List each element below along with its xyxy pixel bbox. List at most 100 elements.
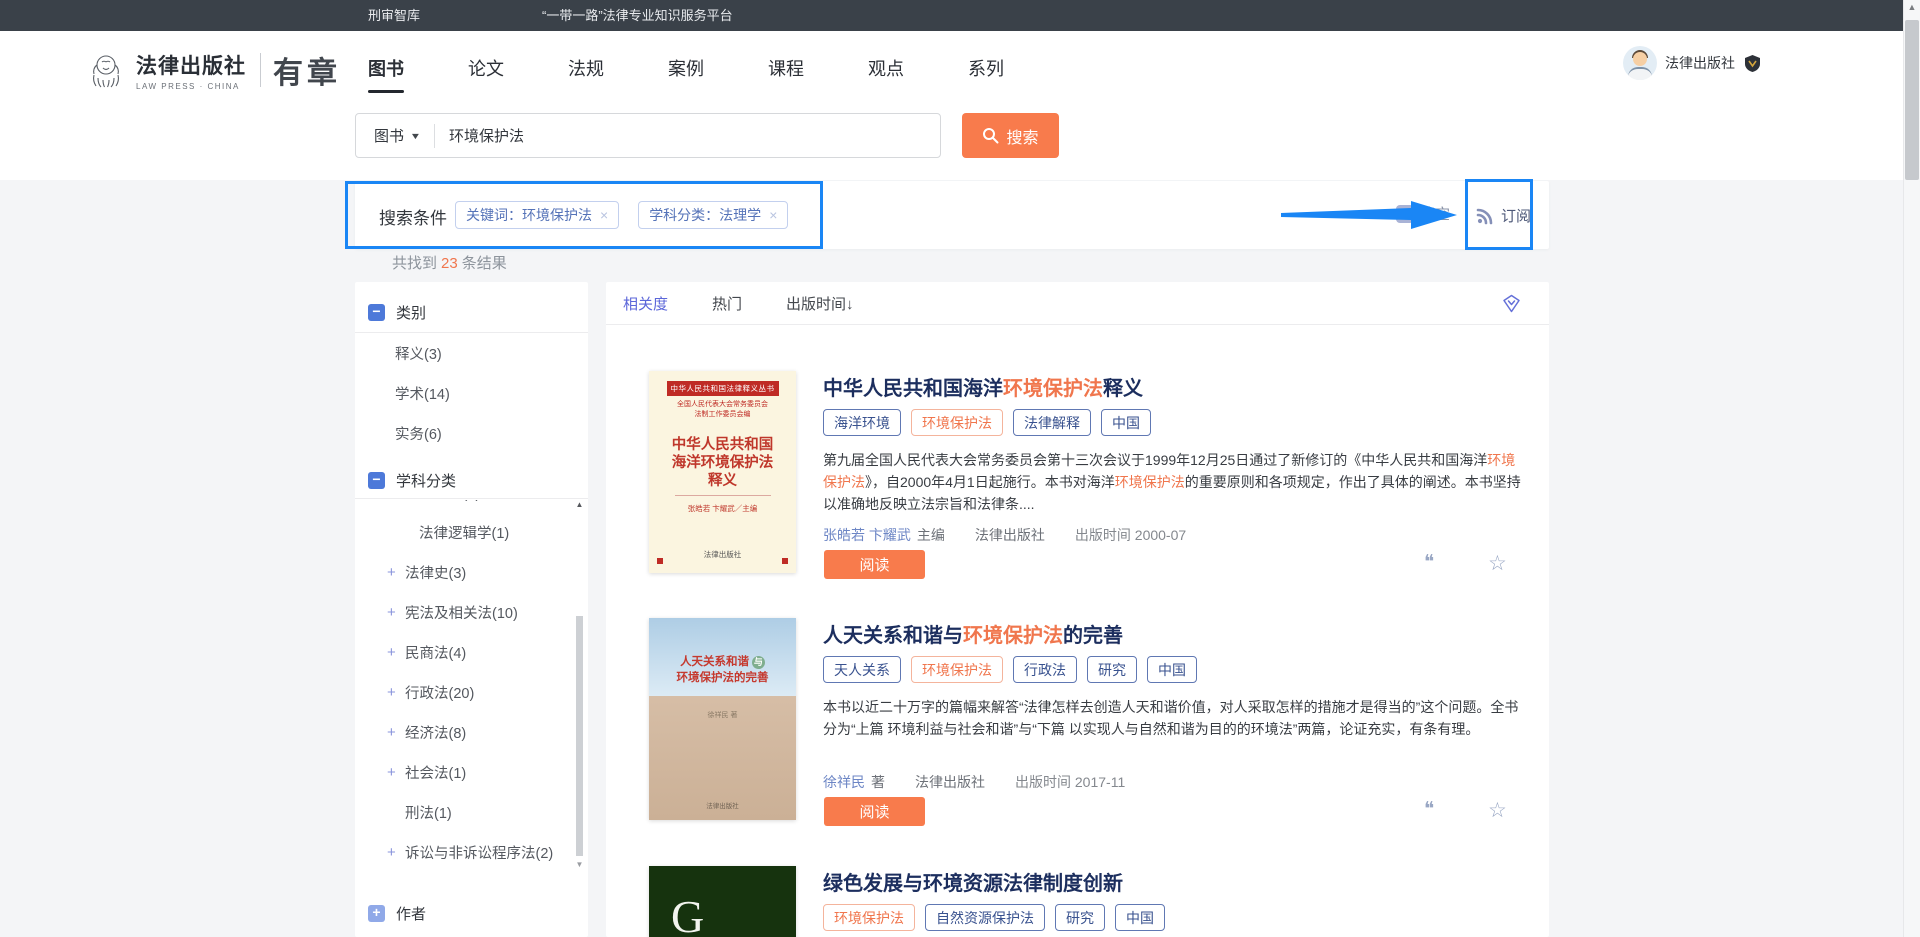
result-title[interactable]: 绿色发展与环境资源法律制度创新 <box>823 867 1123 896</box>
book-tag[interactable]: 环境保护法 <box>823 904 915 931</box>
author-link[interactable]: 徐祥民 <box>823 774 865 790</box>
search-input[interactable] <box>435 127 895 144</box>
subject-tree-viewport: 立法学(1)法律逻辑学(1)+法律史(3)+宪法及相关法(10)+民商法(4)+… <box>355 500 588 869</box>
book-tag[interactable]: 中国 <box>1115 904 1165 931</box>
facet-tree-item[interactable]: +法律史(3) <box>355 552 588 592</box>
collapse-icon[interactable]: − <box>368 472 385 489</box>
scrollbar-thumb[interactable] <box>576 616 583 856</box>
facet-section-category[interactable]: − 类别 <box>355 292 588 332</box>
read-button[interactable]: 阅读 <box>824 797 925 826</box>
quote-icon[interactable]: ❝ <box>1424 798 1433 821</box>
facet-item[interactable]: 学术(14) <box>355 375 588 415</box>
favorite-star-icon[interactable]: ☆ <box>1488 551 1507 576</box>
filter-icon[interactable] <box>1502 294 1521 313</box>
book-tag[interactable]: 法律解释 <box>1013 409 1091 436</box>
book-cover[interactable]: G <box>649 866 796 937</box>
facet-item[interactable]: 释义(3) <box>355 335 588 375</box>
book-tag[interactable]: 研究 <box>1055 904 1105 931</box>
result-item: G 绿色发展与环境资源法律制度创新环境保护法自然资源保护法研究中国 <box>606 862 1549 937</box>
search-button[interactable]: 搜索 <box>962 113 1059 158</box>
remove-tag-icon[interactable]: × <box>769 207 777 223</box>
tree-expand-icon[interactable]: + <box>387 684 405 701</box>
tree-expand-icon[interactable]: + <box>387 724 405 741</box>
facet-tree-item[interactable]: 立法学(1) <box>355 500 588 512</box>
book-tag[interactable]: 研究 <box>1087 656 1137 683</box>
facet-tree-item[interactable]: +民商法(4) <box>355 632 588 672</box>
title-text: 绿色发展与环境资源法律制度创新 <box>823 873 1123 895</box>
cover-title: 中华人民共和国海洋环境保护法释义 <box>649 436 796 490</box>
tree-expand-icon[interactable]: + <box>387 644 405 661</box>
author-link[interactable]: 张皓若 卞耀武 <box>823 527 911 543</box>
user-menu[interactable]: 法律出版社 <box>1623 45 1762 81</box>
clear-filters-button[interactable]: 清空 <box>1396 203 1450 224</box>
result-description: 本书以近二十万字的篇幅来解答“法律怎样去创造人天和谐价值，对人采取怎样的措施才是… <box>823 696 1527 740</box>
sort-option-相关度[interactable]: 相关度 <box>623 293 668 314</box>
title-text: 的完善 <box>1063 625 1123 647</box>
clear-label: 清空 <box>1420 203 1450 224</box>
facet-tree-label: 立法学(1) <box>419 500 480 503</box>
book-cover[interactable]: 中华人民共和国法律释义丛书全国人民代表大会常务委员会法制工作委员会编中华人民共和… <box>649 371 796 573</box>
collapse-icon[interactable]: − <box>368 304 385 321</box>
book-cover[interactable]: 人天关系和谐 与环境保护法的完善徐祥民 著法律出版社 <box>649 618 796 820</box>
expand-icon[interactable]: + <box>368 905 385 922</box>
book-tag[interactable]: 海洋环境 <box>823 409 901 436</box>
facet-tree-item[interactable]: +社会法(1) <box>355 752 588 792</box>
facet-tree-item[interactable]: 刑法(1) <box>355 792 588 832</box>
sort-option-热门[interactable]: 热门 <box>712 293 742 314</box>
filter-tag[interactable]: 学科分类：法理学× <box>638 201 788 229</box>
nav-tab-系列[interactable]: 系列 <box>968 55 1004 93</box>
book-tag[interactable]: 中国 <box>1101 409 1151 436</box>
favorite-star-icon[interactable]: ☆ <box>1488 798 1507 823</box>
facet-tree-label: 法律史(3) <box>405 562 466 583</box>
facet-item[interactable]: 实务(6) <box>355 415 588 455</box>
remove-tag-icon[interactable]: × <box>600 207 608 223</box>
sort-option-出版时间↓[interactable]: 出版时间↓ <box>786 293 854 314</box>
book-tag[interactable]: 自然资源保护法 <box>925 904 1045 931</box>
facet-tree-item[interactable]: +经济法(8) <box>355 712 588 752</box>
tree-expand-icon[interactable]: + <box>387 844 405 861</box>
cover-title: 人天关系和谐 与环境保护法的完善 <box>649 654 796 686</box>
facet-tree-label: 刑法(1) <box>405 802 452 823</box>
tree-expand-icon[interactable]: + <box>387 564 405 581</box>
cover-circled-char: 与 <box>752 656 765 669</box>
category-items: 释义(3)学术(14)实务(6) <box>355 335 588 455</box>
nav-tab-label: 系列 <box>968 59 1004 79</box>
scroll-down-icon[interactable]: ▼ <box>575 860 584 869</box>
book-tag[interactable]: 中国 <box>1147 656 1197 683</box>
scrollbar-thumb[interactable] <box>1905 20 1919 180</box>
facet-section-author[interactable]: + 作者 <box>355 893 588 933</box>
facet-tree-item[interactable]: +诉讼与非诉讼程序法(2) <box>355 832 588 869</box>
title-text: 中华人民共和国海洋 <box>823 378 1003 400</box>
book-tag[interactable]: 环境保护法 <box>911 656 1003 683</box>
facet-section-subject[interactable]: − 学科分类 <box>355 460 588 500</box>
result-title[interactable]: 人天关系和谐与环境保护法的完善 <box>823 619 1123 648</box>
tree-expand-icon[interactable]: + <box>387 604 405 621</box>
book-tag[interactable]: 环境保护法 <box>911 409 1003 436</box>
nav-tab-图书[interactable]: 图书 <box>368 55 404 93</box>
facet-tree-item[interactable]: +行政法(20) <box>355 672 588 712</box>
tree-expand-icon[interactable]: + <box>387 764 405 781</box>
result-title[interactable]: 中华人民共和国海洋环境保护法释义 <box>823 372 1143 401</box>
results-panel: 相关度 热门 出版时间↓ 中华人民共和国法律释义丛书全国人民代表大会常务委员会法制工… <box>606 282 1549 937</box>
filter-tag[interactable]: 关键词：环境保护法× <box>455 201 619 229</box>
nav-tab-法规[interactable]: 法规 <box>568 55 604 93</box>
facet-tree-item[interactable]: +宪法及相关法(10) <box>355 592 588 632</box>
nav-tab-课程[interactable]: 课程 <box>768 55 804 93</box>
subscribe-button[interactable]: 订阅 <box>1476 205 1531 226</box>
nav-tab-案例[interactable]: 案例 <box>668 55 704 93</box>
scroll-up-icon[interactable]: ▲ <box>575 500 584 509</box>
quote-icon[interactable]: ❝ <box>1424 551 1433 574</box>
topbar-link-belt-road[interactable]: “一带一路”法律专业知识服务平台 <box>542 0 733 31</box>
sort-bar: 相关度 热门 出版时间↓ <box>606 282 1549 324</box>
topbar-link-xingshen[interactable]: 刑审智库 <box>368 0 420 31</box>
book-tag[interactable]: 行政法 <box>1013 656 1077 683</box>
facet-tree-item[interactable]: 法律逻辑学(1) <box>355 512 588 552</box>
nav-tab-论文[interactable]: 论文 <box>468 55 504 93</box>
logo[interactable]: 法律出版社 LAW PRESS · CHINA 有章 <box>84 45 341 95</box>
scroll-up-icon[interactable]: ▲ <box>1904 2 1920 12</box>
read-button[interactable]: 阅读 <box>824 550 925 579</box>
nav-tab-观点[interactable]: 观点 <box>868 55 904 93</box>
search-category-dropdown[interactable]: 图书 ▼ <box>356 125 434 146</box>
book-tag[interactable]: 天人关系 <box>823 656 901 683</box>
divider <box>355 498 588 499</box>
